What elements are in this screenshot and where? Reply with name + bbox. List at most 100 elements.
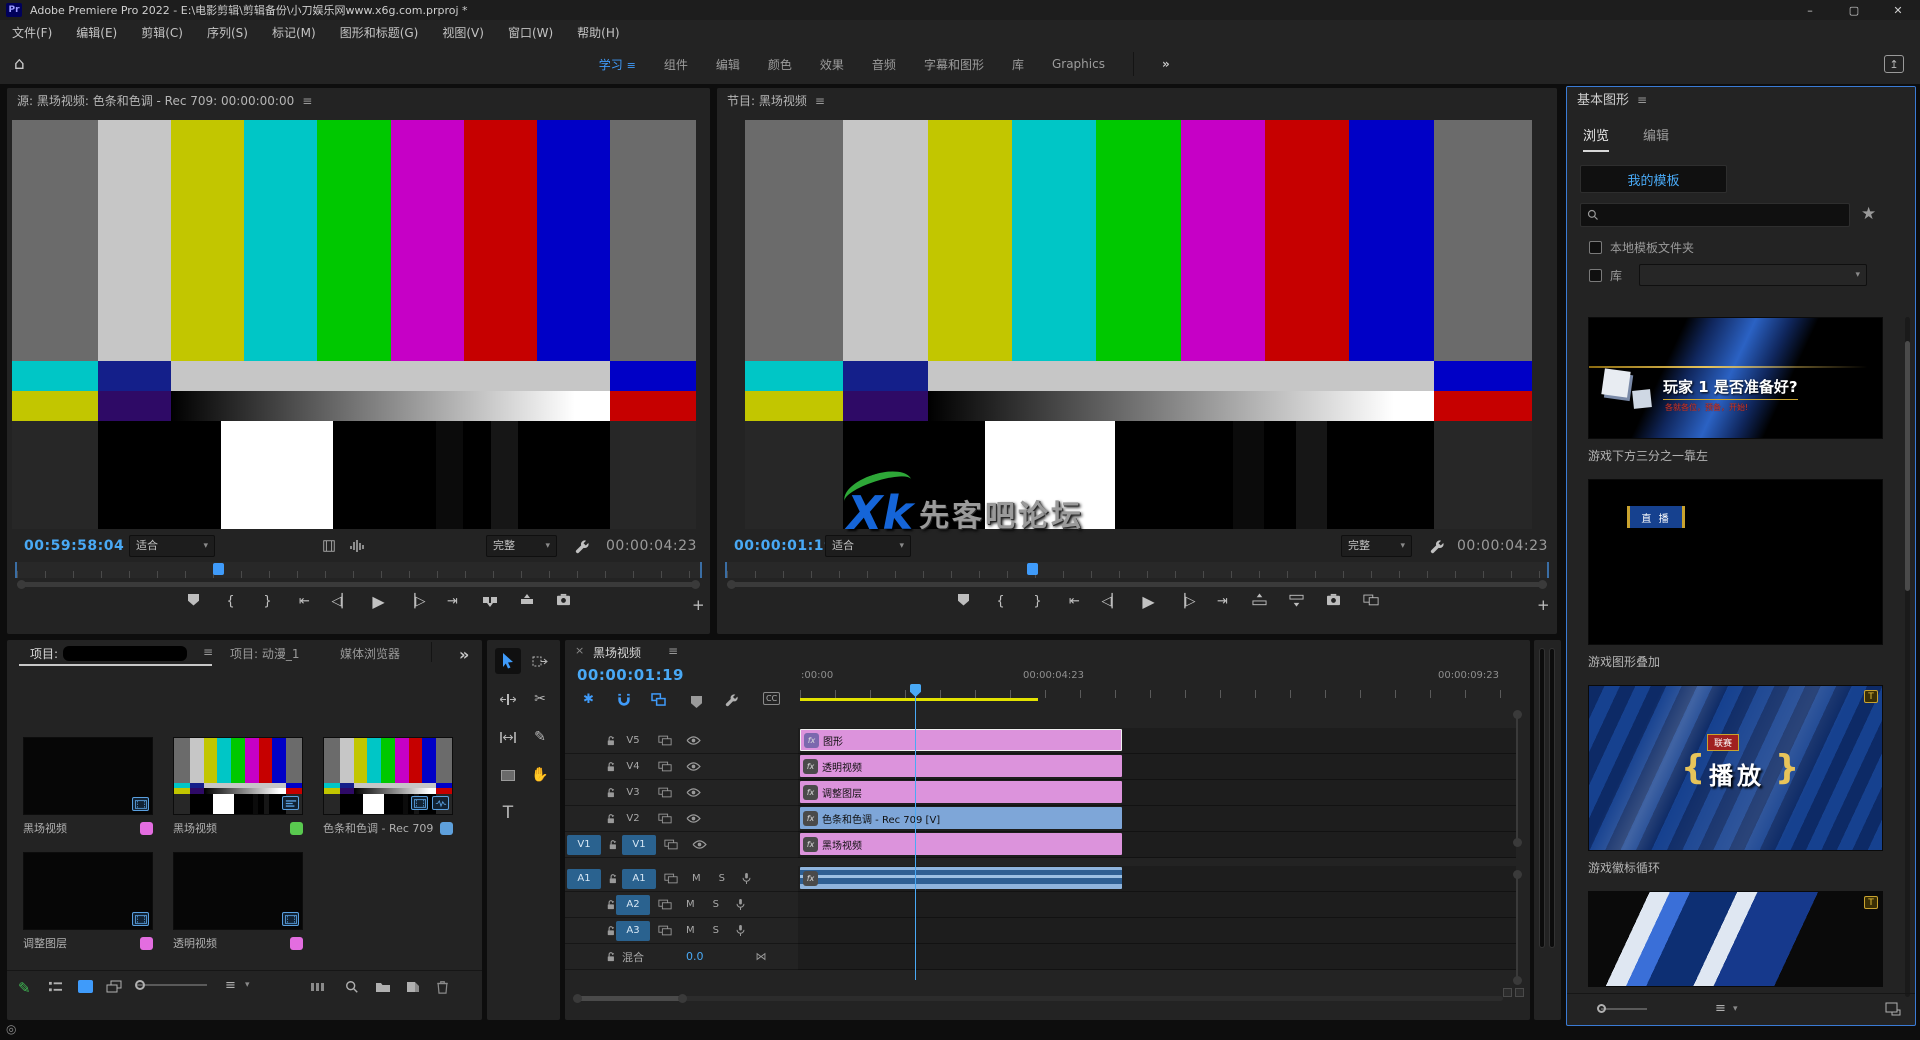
sync-lock-icon[interactable] <box>658 761 672 772</box>
voiceover-mic-icon[interactable] <box>735 924 746 937</box>
template-name[interactable]: 游戏下方三分之一靠左 <box>1588 447 1708 464</box>
template-list-scrollbar[interactable] <box>1905 317 1910 997</box>
track-target-a2[interactable]: A2 <box>616 895 650 915</box>
go-to-out-icon[interactable]: ⇥ <box>434 594 471 609</box>
track-name[interactable]: V2 <box>616 813 650 824</box>
thumbnail-zoom-slider[interactable] <box>137 984 207 986</box>
workspace-tab-editing[interactable]: 编辑 <box>702 56 754 73</box>
step-forward-icon[interactable]: ▕▷ <box>397 594 434 609</box>
source-playhead-marker[interactable] <box>213 563 224 575</box>
step-back-icon[interactable]: ◁▏ <box>323 594 360 609</box>
menu-edit[interactable]: 编辑(E) <box>64 24 129 41</box>
zoom-handle-right[interactable] <box>678 994 687 1003</box>
keyframe-toggle-icon[interactable]: ⋈ <box>756 950 767 963</box>
menu-graphics[interactable]: 图形和标题(G) <box>328 24 431 41</box>
template-thumbnail-logo-loop[interactable]: 联赛 { 播放 } T <box>1588 685 1883 851</box>
menu-view[interactable]: 视图(V) <box>430 24 496 41</box>
add-marker-icon[interactable] <box>691 693 702 712</box>
sync-lock-icon[interactable] <box>658 787 672 798</box>
button-editor-plus-icon[interactable]: + <box>1537 596 1550 614</box>
program-monitor-header[interactable]: 节目: 黑场视频≡ <box>717 88 1557 114</box>
source-playback-resolution-select[interactable]: 完整▾ <box>486 535 557 557</box>
project-item-thumbnail[interactable] <box>23 852 153 930</box>
checkbox-icon[interactable] <box>1589 241 1602 254</box>
checkbox-local-templates[interactable]: 本地模板文件夹 <box>1589 239 1694 256</box>
panel-menu-icon[interactable]: ≡ <box>668 644 678 658</box>
timeline-clip-adjustment-layer[interactable]: fx调整图层 <box>800 781 1122 803</box>
menu-help[interactable]: 帮助(H) <box>565 24 631 41</box>
mix-value[interactable]: 0.0 <box>686 950 704 963</box>
track-lock-icon[interactable] <box>605 925 616 937</box>
workspace-tab-learning[interactable]: 学习 ≡ <box>585 56 650 73</box>
timeline-playhead-line[interactable] <box>915 684 916 980</box>
program-zoom-select[interactable]: 适合▾ <box>825 535 911 557</box>
track-name[interactable]: V3 <box>616 787 650 798</box>
go-to-in-icon[interactable]: ⇤ <box>286 594 323 609</box>
workspace-tab-captions[interactable]: 字幕和图形 <box>910 56 998 73</box>
template-search-input[interactable] <box>1580 203 1850 227</box>
mark-out-icon[interactable]: } <box>249 594 286 609</box>
timeline-clip-transparent-video[interactable]: fx透明视频 <box>800 755 1122 777</box>
mute-button[interactable]: M <box>686 899 695 910</box>
freeform-view-icon[interactable] <box>106 980 122 994</box>
thumbnail-size-slider[interactable] <box>1601 1008 1647 1010</box>
ripple-edit-tool[interactable] <box>495 686 521 712</box>
new-bin-folder-icon[interactable] <box>375 981 391 993</box>
sync-lock-icon[interactable] <box>658 735 672 746</box>
overwrite-icon[interactable] <box>508 593 545 611</box>
menu-markers[interactable]: 标记(M) <box>260 24 328 41</box>
label-color-swatch[interactable] <box>140 937 153 950</box>
project-item-name[interactable]: 色条和色调 - Rec 709 <box>323 820 433 836</box>
voiceover-mic-icon[interactable] <box>741 872 752 885</box>
settings-wrench-icon[interactable] <box>1430 539 1445 554</box>
audio-tracks-scrollbar[interactable] <box>1516 874 1518 980</box>
install-motion-template-icon[interactable] <box>1885 1002 1901 1016</box>
project-item-name[interactable]: 黑场视频 <box>23 820 67 836</box>
panel-menu-icon[interactable]: ≡ <box>203 645 213 659</box>
source-zoom-scrollbar[interactable] <box>17 582 700 587</box>
track-lock-icon[interactable] <box>605 787 616 799</box>
track-name[interactable]: V4 <box>616 761 650 772</box>
sort-icon[interactable]: ≡ <box>1715 1001 1726 1016</box>
favorites-star-icon[interactable]: ★ <box>1861 204 1876 224</box>
track-visibility-eye-icon[interactable] <box>686 813 701 824</box>
timeline-horizontal-zoom-scrollbar[interactable] <box>573 996 1503 1001</box>
workspace-tab-audio[interactable]: 音频 <box>858 56 910 73</box>
timeline-timecode[interactable]: 00:00:01:19 <box>577 666 684 684</box>
selection-tool[interactable] <box>495 648 521 674</box>
panel-menu-icon[interactable]: ≡ <box>302 94 312 108</box>
sync-lock-icon[interactable] <box>658 813 672 824</box>
export-share-icon[interactable]: ↥ <box>1884 55 1904 73</box>
step-forward-icon[interactable]: ▕▷ <box>1167 594 1204 609</box>
zoom-handle-left[interactable] <box>573 994 582 1003</box>
list-view-icon[interactable] <box>48 981 63 994</box>
project-item-name[interactable]: 透明视频 <box>173 935 217 951</box>
workspace-tab-libraries[interactable]: 库 <box>998 56 1038 73</box>
trash-icon[interactable] <box>436 980 449 994</box>
slider-handle[interactable] <box>1597 1004 1606 1013</box>
track-lock-icon[interactable] <box>605 813 616 825</box>
menu-window[interactable]: 窗口(W) <box>496 24 565 41</box>
drag-audio-only-icon[interactable] <box>349 539 365 553</box>
my-templates-dropdown[interactable]: 我的模板 <box>1580 165 1727 193</box>
home-icon[interactable]: ⌂ <box>14 54 25 74</box>
linked-selection-icon[interactable] <box>651 693 666 706</box>
workspace-menu-icon[interactable]: ≡ <box>627 59 636 72</box>
menu-sequence[interactable]: 序列(S) <box>195 24 260 41</box>
tab-project-2[interactable]: 项目: 动漫_1 <box>230 645 300 662</box>
track-lock-icon[interactable] <box>607 839 618 851</box>
go-to-in-icon[interactable]: ⇤ <box>1056 594 1093 609</box>
drag-video-only-icon[interactable] <box>322 539 336 553</box>
hand-tool[interactable]: ✋ <box>527 762 553 788</box>
sort-icon[interactable]: ≡ <box>225 978 236 993</box>
project-item-name[interactable]: 黑场视频 <box>173 820 217 836</box>
chevron-down-icon[interactable]: ▾ <box>1733 1004 1738 1014</box>
project-item-thumbnail[interactable] <box>173 852 303 930</box>
program-timecode[interactable]: 00:00:01:19 <box>734 538 834 554</box>
settings-wrench-icon[interactable] <box>575 539 590 554</box>
tab-media-browser[interactable]: 媒体浏览器 <box>340 645 400 662</box>
workspace-tab-effects[interactable]: 效果 <box>806 56 858 73</box>
label-color-swatch[interactable] <box>440 822 453 835</box>
template-name[interactable]: 游戏图形叠加 <box>1588 653 1660 670</box>
program-playhead-marker[interactable] <box>1027 563 1038 575</box>
